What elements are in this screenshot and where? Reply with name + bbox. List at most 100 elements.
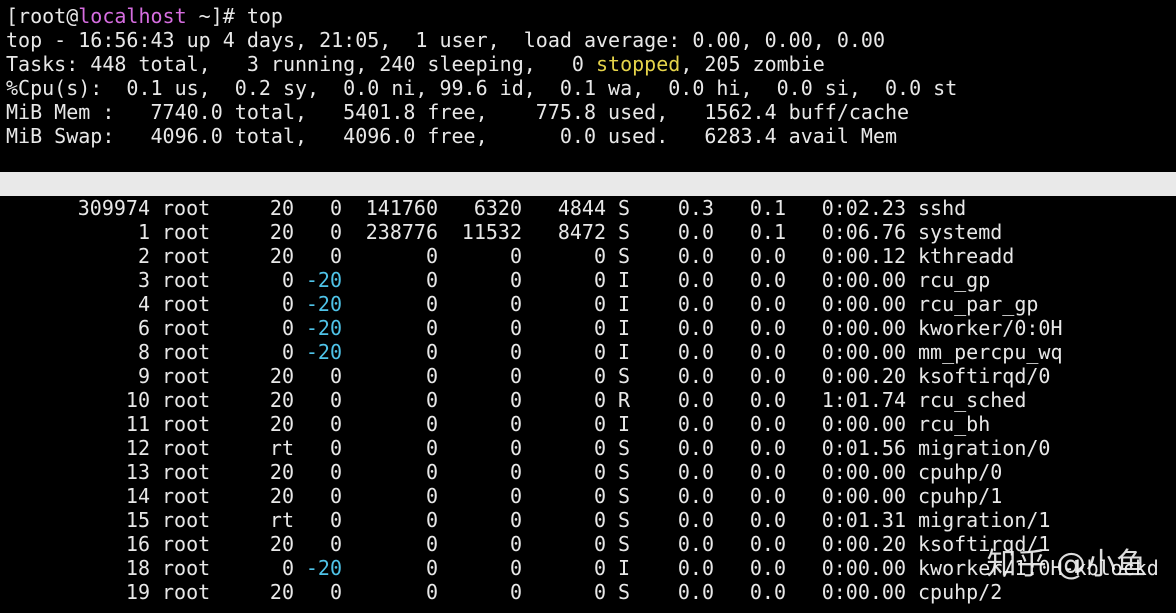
cell-shr: 4844 [557, 196, 606, 220]
cell-state: S [618, 436, 631, 460]
table-row[interactable]: 13 root 20 0 0 0 0 S 0.0 0.0 0:00.00 cpuhp/0 [6, 460, 1176, 484]
cell-shr: 0 [593, 268, 606, 292]
cell-res: 0 [509, 556, 522, 580]
table-row[interactable]: 12 root rt 0 0 0 0 S 0.0 0.0 0:01.56 migration/0 [6, 436, 1176, 460]
cell-mem: 0.0 [749, 292, 786, 316]
cell-command: ksoftirqd/0 [918, 364, 1051, 388]
table-row[interactable]: 10 root 20 0 0 0 0 R 0.0 0.0 1:01.74 rcu_sched [6, 388, 1176, 412]
cell-state: S [618, 244, 631, 268]
cell-pid: 8 [137, 340, 150, 364]
cell-user: root [162, 196, 211, 220]
cell-virt: 0 [425, 484, 438, 508]
cell-virt: 0 [425, 292, 438, 316]
cell-mem: 0.0 [749, 364, 786, 388]
table-row[interactable]: 8 root 0 -20 0 0 0 I 0.0 0.0 0:00.00 mm_percpu_wq [6, 340, 1176, 364]
cell-ni: 0 [329, 508, 342, 532]
cell-state: S [618, 508, 631, 532]
cell-virt: 0 [425, 268, 438, 292]
table-row[interactable]: 11 root 20 0 0 0 0 I 0.0 0.0 0:00.00 rcu_bh [6, 412, 1176, 436]
tasks-line: Tasks: 448 total, 3 running, 240 sleepin… [6, 52, 1176, 76]
table-row[interactable]: 9 root 20 0 0 0 0 S 0.0 0.0 0:00.20 ksoftirqd/0 [6, 364, 1176, 388]
cell-pid: 4 [137, 292, 150, 316]
cpu-line: %Cpu(s): 0.1 us, 0.2 sy, 0.0 ni, 99.6 id… [6, 76, 958, 100]
cell-virt: 0 [425, 364, 438, 388]
cell-shr: 0 [593, 532, 606, 556]
cell-shr: 0 [593, 244, 606, 268]
cell-cpu: 0.3 [677, 196, 714, 220]
cell-virt: 0 [425, 436, 438, 460]
cell-res: 0 [509, 508, 522, 532]
cell-mem: 0.1 [749, 196, 786, 220]
cell-state: S [618, 364, 631, 388]
cell-state: I [618, 292, 631, 316]
cell-mem: 0.0 [749, 460, 786, 484]
cell-pr: 20 [269, 388, 294, 412]
cell-user: root [162, 244, 211, 268]
cell-mem: 0.0 [749, 556, 786, 580]
cell-ni: 0 [329, 460, 342, 484]
cell-pr: 20 [269, 460, 294, 484]
cell-user: root [162, 292, 211, 316]
cell-time: 0:00.00 [821, 292, 906, 316]
cell-pr: 0 [281, 556, 294, 580]
cell-state: I [618, 340, 631, 364]
cell-res: 0 [509, 340, 522, 364]
cell-command: rcu_par_gp [918, 292, 1039, 316]
cell-command: mm_percpu_wq [918, 340, 1063, 364]
cell-cpu: 0.0 [677, 292, 714, 316]
terminal[interactable]: [root@localhost ~]# top top - 16:56:43 u… [0, 4, 1176, 604]
table-row[interactable]: 2 root 20 0 0 0 0 S 0.0 0.0 0:00.12 kthreadd [6, 244, 1176, 268]
cell-command: kworker/0:0H [918, 316, 1063, 340]
cell-ni: -20 [305, 268, 342, 292]
cell-virt: 141760 [365, 196, 438, 220]
cell-pr: 20 [269, 220, 294, 244]
cell-time: 0:00.00 [821, 316, 906, 340]
table-row[interactable]: 3 root 0 -20 0 0 0 I 0.0 0.0 0:00.00 rcu_gp [6, 268, 1176, 292]
cell-time: 0:01.56 [821, 436, 906, 460]
table-row[interactable]: 14 root 20 0 0 0 0 S 0.0 0.0 0:00.00 cpuhp/1 [6, 484, 1176, 508]
cell-time: 0:00.00 [821, 412, 906, 436]
prompt-command: ~]# top [186, 4, 283, 28]
cell-pid: 13 [125, 460, 150, 484]
cell-cpu: 0.0 [677, 316, 714, 340]
cell-shr: 0 [593, 292, 606, 316]
table-row[interactable]: 309974 root 20 0 141760 6320 4844 S 0.3 0.1 0:02.2… [6, 196, 1176, 220]
cell-mem: 0.0 [749, 388, 786, 412]
cell-time: 0:00.00 [821, 580, 906, 604]
cell-pid: 12 [125, 436, 150, 460]
cell-command: cpuhp/2 [918, 580, 1003, 604]
tasks-text: Tasks: 448 total, 3 running, 240 sleepin… [6, 52, 597, 76]
cell-pr: 0 [281, 268, 294, 292]
cell-cpu: 0.0 [677, 340, 714, 364]
cell-command: cpuhp/0 [918, 460, 1003, 484]
cell-state: S [618, 196, 631, 220]
table-row[interactable]: 1 root 20 0 238776 11532 8472 S 0.0 0.1 0:06.76 sys… [6, 220, 1176, 244]
table-row[interactable]: 19 root 20 0 0 0 0 S 0.0 0.0 0:00.00 cpuhp/2 [6, 580, 1176, 604]
cell-shr: 0 [593, 316, 606, 340]
cell-mem: 0.0 [749, 316, 786, 340]
cell-mem: 0.0 [749, 340, 786, 364]
cell-mem: 0.0 [749, 532, 786, 556]
cell-time: 0:06.76 [821, 220, 906, 244]
cell-command: migration/0 [918, 436, 1051, 460]
cell-ni: 0 [329, 220, 342, 244]
cell-state: I [618, 316, 631, 340]
cell-res: 0 [509, 484, 522, 508]
cell-res: 0 [509, 388, 522, 412]
cell-ni: -20 [305, 340, 342, 364]
cell-pid: 15 [125, 508, 150, 532]
cell-res: 0 [509, 436, 522, 460]
prompt-host: localhost [78, 4, 187, 28]
table-row[interactable]: 6 root 0 -20 0 0 0 I 0.0 0.0 0:00.00 kworker/0:0H [6, 316, 1176, 340]
cell-pid: 6 [137, 316, 150, 340]
cell-pr: 20 [269, 244, 294, 268]
cell-pr: 20 [269, 484, 294, 508]
cell-time: 1:01.74 [821, 388, 906, 412]
cell-res: 0 [509, 316, 522, 340]
table-row[interactable]: 4 root 0 -20 0 0 0 I 0.0 0.0 0:00.00 rcu_par_gp [6, 292, 1176, 316]
cell-command: kthreadd [918, 244, 1015, 268]
cell-user: root [162, 484, 211, 508]
cell-user: root [162, 268, 211, 292]
table-row[interactable]: 15 root rt 0 0 0 0 S 0.0 0.0 0:01.31 migration/1 [6, 508, 1176, 532]
